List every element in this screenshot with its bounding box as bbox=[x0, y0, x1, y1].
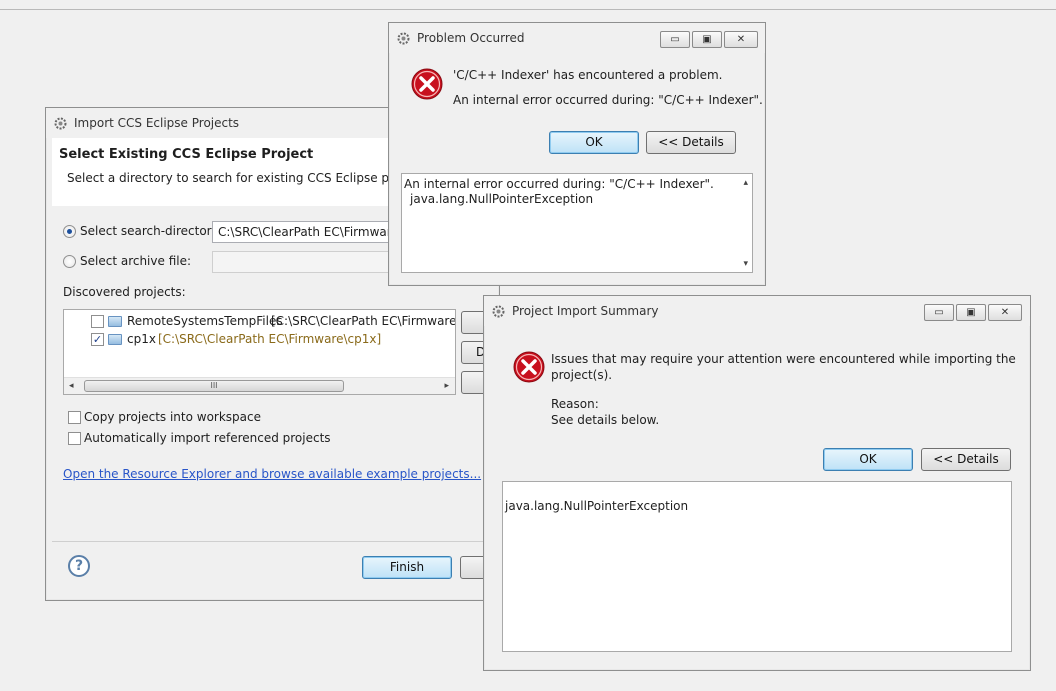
footer-separator bbox=[52, 541, 492, 542]
problem-ok-button[interactable]: OK bbox=[549, 131, 639, 154]
top-divider bbox=[0, 9, 1056, 10]
eclipse-gear-icon bbox=[397, 32, 410, 45]
project-path: [C:\SRC\ClearPath EC\Firmware\cp1x] bbox=[158, 332, 382, 346]
projects-list[interactable]: RemoteSystemsTempFiles [C:\SRC\ClearPath… bbox=[63, 309, 456, 395]
search-directory-label: Select search-directory: bbox=[80, 224, 222, 238]
summary-dialog-title: Project Import Summary bbox=[512, 304, 659, 318]
project-folder-icon bbox=[108, 334, 122, 345]
archive-file-label: Select archive file: bbox=[80, 254, 192, 268]
problem-dialog: Problem Occurred ▭ ▣ ✕ 'C/C++ Indexer' h… bbox=[388, 22, 766, 286]
archive-file-radio[interactable] bbox=[63, 255, 76, 268]
scroll-thumb[interactable]: III bbox=[84, 380, 344, 392]
summary-message-line-2: project(s). bbox=[551, 368, 613, 382]
problem-dialog-title: Problem Occurred bbox=[417, 31, 525, 45]
copy-into-workspace-checkbox[interactable] bbox=[68, 411, 81, 424]
maximize-icon[interactable]: ▣ bbox=[956, 304, 986, 321]
close-icon[interactable]: ✕ bbox=[988, 304, 1022, 321]
minimize-icon[interactable]: ▭ bbox=[924, 304, 954, 321]
maximize-icon[interactable]: ▣ bbox=[692, 31, 722, 48]
summary-reason-value: See details below. bbox=[551, 413, 660, 427]
import-dialog-title: Import CCS Eclipse Projects bbox=[74, 116, 240, 130]
summary-reason-label: Reason: bbox=[551, 397, 599, 411]
problem-details-text[interactable]: An internal error occurred during: "C/C+… bbox=[401, 173, 753, 273]
problem-details-line-1: An internal error occurred during: "C/C+… bbox=[404, 177, 714, 191]
project-name: cp1x bbox=[127, 332, 156, 346]
summary-details-text[interactable]: java.lang.NullPointerException bbox=[502, 481, 1012, 652]
finish-button[interactable]: Finish bbox=[362, 556, 452, 579]
auto-import-label: Automatically import referenced projects bbox=[84, 431, 331, 445]
summary-details-line: java.lang.NullPointerException bbox=[505, 499, 689, 513]
auto-import-checkbox[interactable] bbox=[68, 432, 81, 445]
project-row-cp1x[interactable]: ✓ cp1x [C:\SRC\ClearPath EC\Firmware\cp1… bbox=[64, 330, 455, 348]
problem-message-1: 'C/C++ Indexer' has encountered a proble… bbox=[453, 68, 723, 82]
import-heading: Select Existing CCS Eclipse Project bbox=[59, 147, 314, 162]
error-x-icon bbox=[411, 68, 443, 100]
archive-file-input[interactable] bbox=[212, 251, 392, 273]
scroll-up-arrow-icon[interactable]: ▴ bbox=[743, 178, 748, 188]
close-icon[interactable]: ✕ bbox=[724, 31, 758, 48]
scroll-left-arrow-icon[interactable]: ◂ bbox=[69, 381, 74, 391]
eclipse-gear-icon bbox=[492, 305, 505, 318]
project-name: RemoteSystemsTempFiles bbox=[127, 314, 283, 328]
discovered-projects-label: Discovered projects: bbox=[63, 285, 186, 299]
project-checkbox[interactable] bbox=[91, 315, 104, 328]
error-x-icon bbox=[513, 351, 545, 383]
summary-dialog-titlebar[interactable]: Project Import Summary ▭ ▣ ✕ bbox=[484, 296, 1030, 326]
search-directory-input[interactable]: C:\SRC\ClearPath EC\Firmware bbox=[212, 221, 392, 243]
resource-explorer-link[interactable]: Open the Resource Explorer and browse av… bbox=[63, 467, 481, 481]
summary-ok-button[interactable]: OK bbox=[823, 448, 913, 471]
problem-details-line-2: java.lang.NullPointerException bbox=[410, 192, 594, 206]
search-directory-radio[interactable] bbox=[63, 225, 76, 238]
problem-message-2: An internal error occurred during: "C/C+… bbox=[453, 93, 763, 107]
import-description: Select a directory to search for existin… bbox=[67, 171, 434, 185]
horizontal-scrollbar[interactable]: ◂ III ▸ bbox=[64, 377, 455, 394]
project-folder-icon bbox=[108, 316, 122, 327]
project-path: [C:\SRC\ClearPath EC\Firmware\Re bbox=[271, 314, 456, 328]
scroll-down-arrow-icon[interactable]: ▾ bbox=[743, 259, 748, 269]
eclipse-gear-icon bbox=[54, 117, 67, 130]
minimize-icon[interactable]: ▭ bbox=[660, 31, 690, 48]
problem-dialog-titlebar[interactable]: Problem Occurred ▭ ▣ ✕ bbox=[389, 23, 765, 53]
summary-details-button[interactable]: << Details bbox=[921, 448, 1011, 471]
project-row-remote[interactable]: RemoteSystemsTempFiles [C:\SRC\ClearPath… bbox=[64, 312, 455, 330]
copy-into-workspace-label: Copy projects into workspace bbox=[84, 410, 262, 424]
summary-dialog: Project Import Summary ▭ ▣ ✕ Issues that… bbox=[483, 295, 1031, 671]
scroll-right-arrow-icon[interactable]: ▸ bbox=[444, 381, 449, 391]
problem-details-button[interactable]: << Details bbox=[646, 131, 736, 154]
help-icon[interactable]: ? bbox=[68, 555, 90, 577]
project-checkbox[interactable]: ✓ bbox=[91, 333, 104, 346]
summary-message-line-1: Issues that may require your attention w… bbox=[551, 352, 1016, 366]
